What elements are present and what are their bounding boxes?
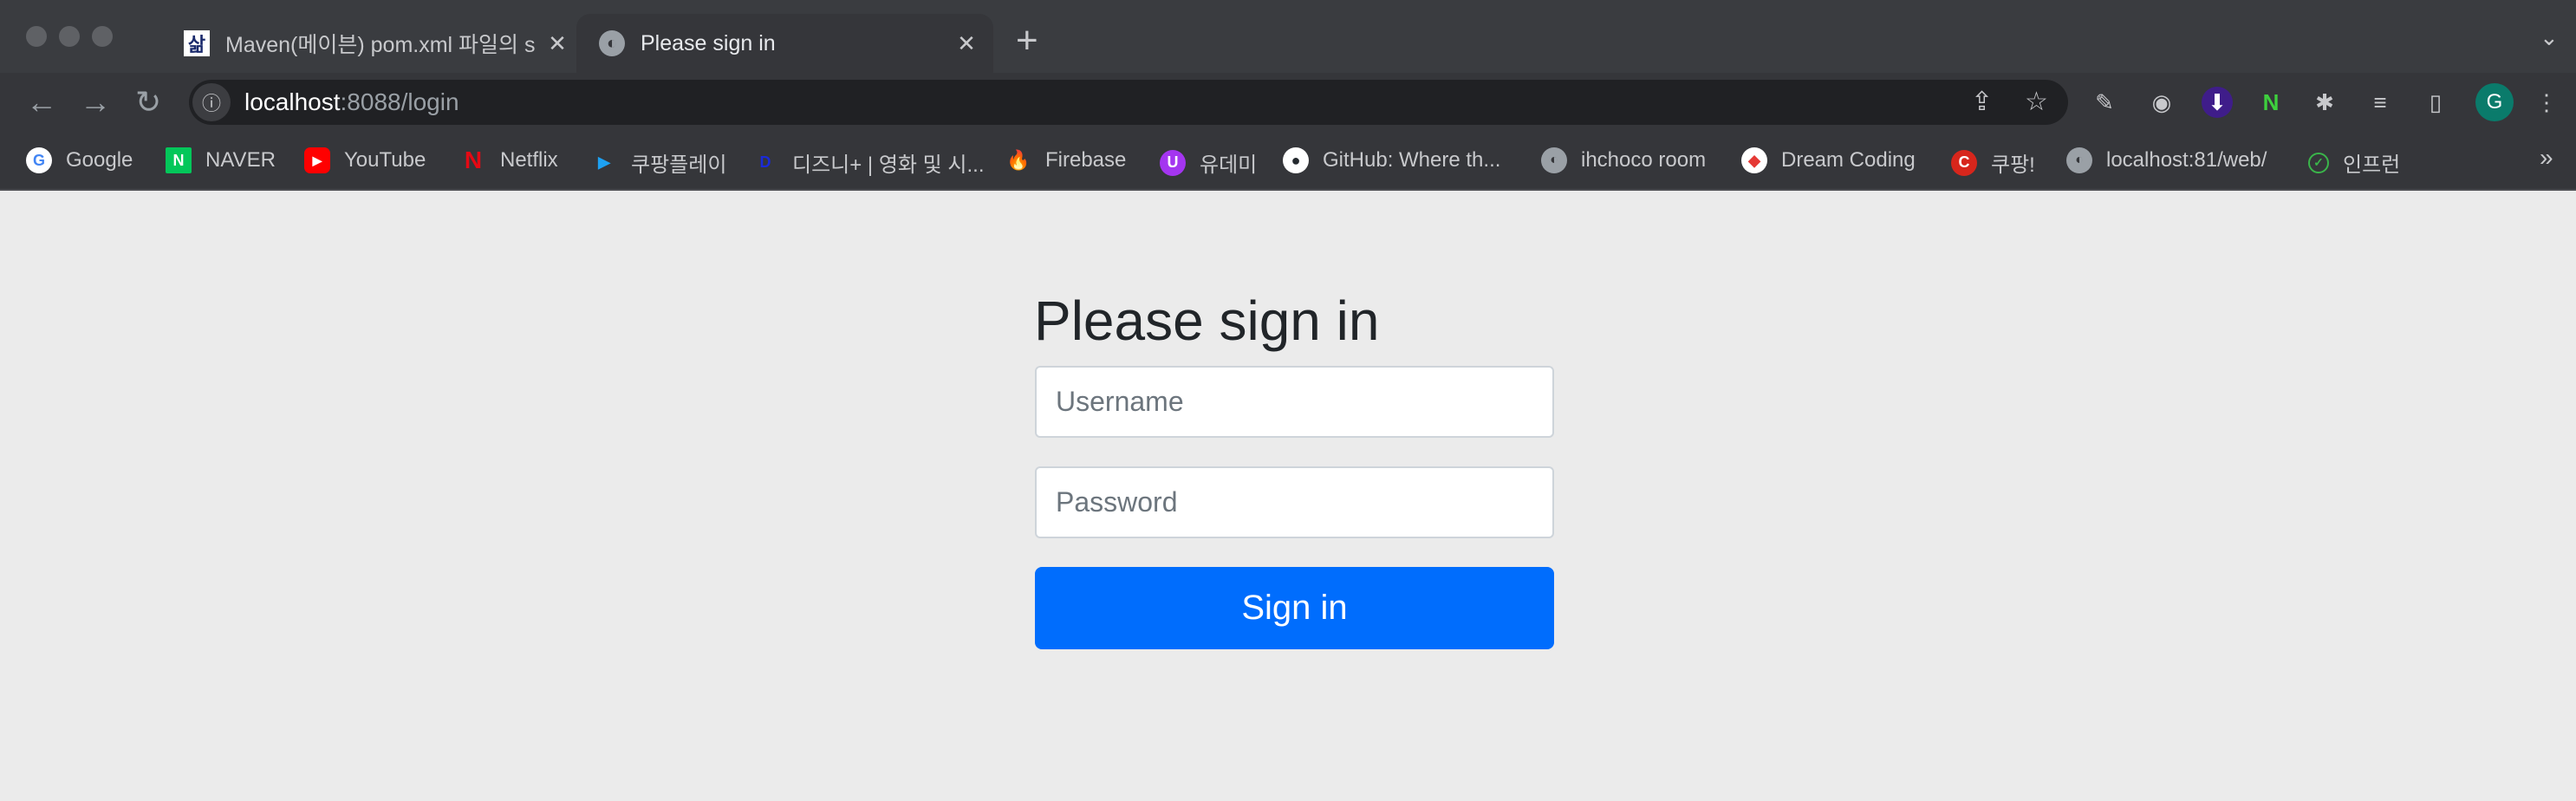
- window-close-button[interactable]: [26, 26, 47, 47]
- udemy-icon: U: [1160, 149, 1186, 176]
- extensions-puzzle-icon[interactable]: ✱: [2309, 87, 2340, 118]
- naver-icon: N: [166, 147, 192, 173]
- sign-in-button[interactable]: Sign in: [1035, 567, 1554, 649]
- bookmark-coupang-play[interactable]: ▶ 쿠팡플레이: [591, 147, 726, 178]
- bookmark-disney-plus[interactable]: D 디즈니+ | 영화 및 시...: [752, 147, 985, 178]
- globe-icon: ◐: [599, 30, 625, 56]
- url-host: localhost: [244, 88, 341, 115]
- tab-strip: 삶 Maven(메이븐) pom.xml 파일의 s ✕ ◐ Please si…: [0, 0, 2576, 73]
- bookmark-label: 유데미: [1200, 153, 1258, 177]
- back-arrow-icon[interactable]: ←: [26, 85, 57, 120]
- bookmarks-bar: G Google N NAVER ▶ YouTube N Netflix ▶ 쿠팡플레이 …: [0, 132, 2576, 191]
- reload-icon[interactable]: ↻: [135, 85, 161, 120]
- more-bookmarks-button[interactable]: »: [2540, 144, 2553, 172]
- menu-kebab-icon[interactable]: ⋮: [2531, 87, 2562, 118]
- bookmark-label: ihchoco room: [1581, 148, 1707, 172]
- forward-arrow-icon[interactable]: →: [80, 85, 111, 120]
- tab-maven[interactable]: 삶 Maven(메이븐) pom.xml 파일의 s ✕: [170, 14, 572, 73]
- media-playlist-icon[interactable]: ≡: [2365, 87, 2396, 118]
- profile-avatar[interactable]: G: [2475, 83, 2514, 121]
- globe-icon: ◐: [2066, 147, 2092, 173]
- bookmark-label: Dream Coding: [1781, 148, 1916, 172]
- page-title: Please sign in: [1034, 290, 1380, 352]
- tab-please-sign-in[interactable]: ◐ Please sign in ✕: [576, 14, 993, 73]
- youtube-icon: ▶: [304, 147, 330, 173]
- bookmark-udemy[interactable]: U 유데미: [1160, 147, 1257, 178]
- toolbar: ← → ↻ ⓘ localhost:8088/login ⇪ ☆ ✎ ◉ ⬇ N…: [0, 73, 2576, 132]
- address-bar[interactable]: ⓘ localhost:8088/login ⇪ ☆: [189, 80, 2068, 125]
- coupang-play-icon: ▶: [598, 153, 610, 171]
- bookmark-label: Firebase: [1045, 148, 1127, 172]
- bookmark-label: NAVER: [205, 148, 276, 172]
- bookmark-netflix[interactable]: N Netflix: [460, 147, 558, 173]
- bookmark-label: GitHub: Where th...: [1323, 148, 1501, 172]
- bookmark-label: Google: [66, 148, 133, 172]
- bookmark-inflearn[interactable]: ✓ 인프런: [2308, 147, 2400, 178]
- inflearn-icon: ✓: [2308, 152, 2329, 173]
- page-content: Please sign in Sign in: [0, 191, 2576, 801]
- window-minimize-button[interactable]: [59, 26, 80, 47]
- bookmark-label: 인프런: [2343, 153, 2401, 177]
- new-tab-button[interactable]: +: [1016, 19, 1038, 62]
- globe-icon: ◐: [1541, 147, 1567, 173]
- bookmark-youtube[interactable]: ▶ YouTube: [304, 147, 426, 173]
- bookmark-github[interactable]: ● GitHub: Where th...: [1283, 147, 1500, 173]
- tab-title: Maven(메이븐) pom.xml 파일의 s: [225, 33, 536, 57]
- bookmark-label: 디즈니+ | 영화 및 시...: [792, 153, 985, 177]
- side-panel-icon[interactable]: ▯: [2420, 87, 2451, 118]
- coupang-icon: C: [1951, 149, 1977, 176]
- username-input[interactable]: [1035, 366, 1554, 438]
- bookmark-firebase[interactable]: 🔥 Firebase: [1005, 147, 1126, 173]
- bookmark-label: 쿠팡플레이: [631, 153, 727, 177]
- bookmark-label: localhost:81/web/: [2106, 148, 2267, 172]
- url-text[interactable]: localhost:8088/login: [244, 88, 459, 116]
- tab-favicon: 삶: [184, 30, 210, 56]
- bookmark-localhost-81[interactable]: ◐ localhost:81/web/: [2066, 147, 2267, 173]
- close-tab-icon[interactable]: ✕: [952, 30, 981, 57]
- netflix-icon: N: [464, 147, 483, 173]
- bookmark-dream-coding[interactable]: ◆ Dream Coding: [1741, 147, 1916, 173]
- bookmark-label: 쿠팡!: [1991, 153, 2035, 177]
- bookmark-label: Netflix: [500, 148, 558, 172]
- extension-camera-icon[interactable]: ◉: [2146, 87, 2177, 118]
- github-icon: ●: [1283, 147, 1309, 173]
- bookmark-naver[interactable]: N NAVER: [166, 147, 276, 173]
- extension-download-icon[interactable]: ⬇: [2202, 87, 2233, 118]
- bookmark-coupang[interactable]: C 쿠팡!: [1951, 147, 2035, 178]
- tab-title: Please sign in: [641, 30, 776, 55]
- bookmark-label: YouTube: [344, 148, 426, 172]
- share-icon[interactable]: ⇪: [1971, 87, 1993, 117]
- close-tab-icon[interactable]: ✕: [543, 30, 572, 57]
- bookmark-ihchoco-room[interactable]: ◐ ihchoco room: [1541, 147, 1706, 173]
- dream-coding-icon: ◆: [1741, 147, 1767, 173]
- password-input[interactable]: [1035, 466, 1554, 538]
- extension-eyedropper-icon[interactable]: ✎: [2089, 87, 2120, 118]
- tab-search-chevron-icon[interactable]: ⌄: [2540, 24, 2559, 51]
- firebase-icon: 🔥: [1006, 149, 1031, 171]
- site-info-icon[interactable]: ⓘ: [192, 83, 231, 121]
- window-zoom-button[interactable]: [92, 26, 113, 47]
- disney-plus-icon: D: [759, 153, 771, 171]
- url-path: :8088/login: [340, 88, 459, 115]
- google-icon: G: [26, 147, 52, 173]
- bookmark-google[interactable]: G Google: [26, 147, 133, 173]
- bookmark-star-icon[interactable]: ☆: [2025, 87, 2048, 117]
- extension-n-icon[interactable]: N: [2255, 87, 2287, 118]
